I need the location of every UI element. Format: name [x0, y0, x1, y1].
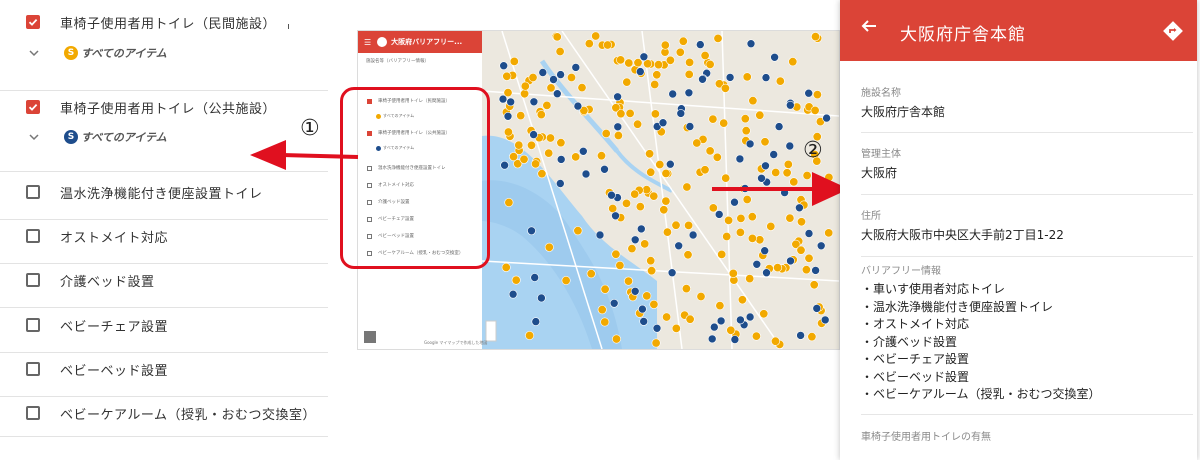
feature-item: ・介護ベッド設置 — [861, 334, 958, 349]
feature-item: ・ベビーケアルーム（授乳・おむつ交換室） — [861, 387, 1101, 401]
annotation-number-1: ① — [300, 116, 320, 141]
feature-item: ・ベビーチェア設置 — [861, 352, 970, 366]
manager-label: 管理主体 — [861, 149, 901, 160]
facility-name-label: 施設名称 — [861, 88, 901, 99]
back-arrow-icon[interactable] — [861, 18, 877, 34]
manager-value: 大阪府 — [861, 166, 898, 180]
next-section-label: 車椅子使用者用トイレの有無 — [861, 432, 991, 443]
address-value: 大阪府大阪市中央区大手前2丁目1-22 — [861, 228, 1064, 242]
feature-item: ・ベビーベッド設置 — [861, 369, 970, 384]
divider — [861, 414, 1193, 415]
detail-header: 大阪府庁舎本館 — [840, 0, 1197, 61]
arrow-head-left — [250, 140, 286, 170]
divider — [861, 256, 1193, 257]
detail-title: 大阪府庁舎本館 — [900, 25, 1026, 45]
arrow-line-left — [281, 153, 359, 159]
screenshot-canvas: 車椅子使用者用トイレ（民間施設） S すべてのアイテム 車椅子使用者用トイレ（公… — [0, 0, 1200, 460]
facility-detail-panel: 大阪府庁舎本館 施設名称 大阪府庁舎本館 管理主体 大阪府 住所 大阪府大阪市中… — [840, 0, 1197, 460]
annotation-number-2: ② — [803, 138, 823, 163]
divider — [861, 132, 1193, 133]
address-label: 住所 — [861, 211, 881, 222]
facility-name-value: 大阪府庁舎本館 — [861, 105, 946, 119]
feature-item: ・オストメイト対応 — [861, 317, 970, 331]
feature-list: ・車いす使用者対応トイレ ・温水洗浄機能付き便座設置トイレ ・オストメイト対応 … — [861, 281, 1101, 404]
directions-icon[interactable] — [1162, 20, 1184, 42]
divider — [861, 194, 1193, 195]
feature-item: ・温水洗浄機能付き便座設置トイレ — [861, 299, 1054, 314]
feature-item: ・車いす使用者対応トイレ — [861, 282, 1006, 296]
barrier-free-label: バリアフリー情報 — [861, 266, 941, 277]
